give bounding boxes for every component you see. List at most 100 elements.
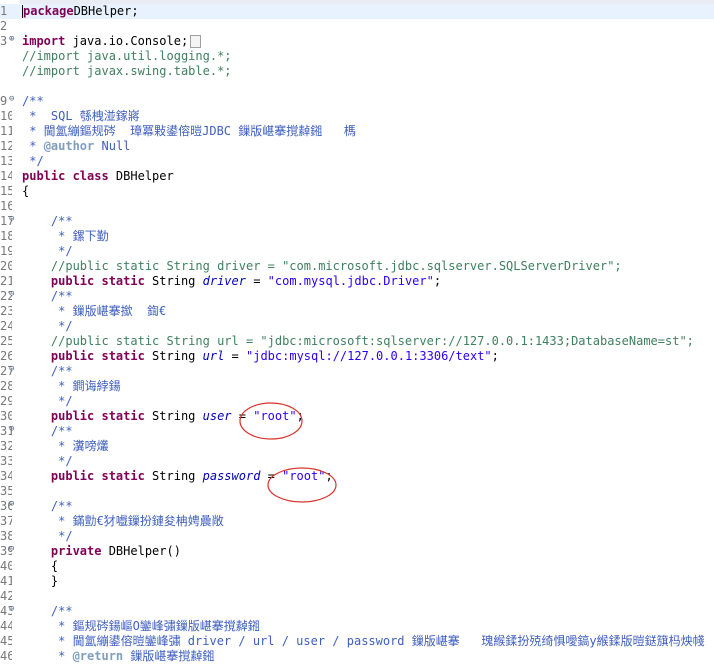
fold-collapse-icon[interactable]: ⊖ [9,425,18,434]
code-line[interactable]: 44 * 鏂规硶鍚嶇О鑾峰彇鏁版嵁搴撹繛鎺 [0,619,714,634]
code-line[interactable]: 26 public static String url = "jdbc:mysq… [0,349,714,364]
collapsed-imports-box[interactable] [190,35,202,48]
code-line[interactable]: 17 ⊖ /** [0,214,714,229]
code-line[interactable]: 40 { [0,559,714,574]
code-line[interactable]: 19 */ [0,244,714,259]
code-line[interactable]: 45 * 閫氳繃鍙傛暟鑾峰彇 driver / url / user / pas… [0,634,714,649]
code-line[interactable]: 22 ⊖ /** [0,289,714,304]
code-line[interactable]: 10 * SQL 綔栧湴鎵嶈 [0,109,714,124]
code-line[interactable]: 14 public class DBHelper [0,169,714,184]
code-line[interactable]: 33 */ [0,454,714,469]
line-number: 18 [0,229,12,243]
code-line[interactable]: 35 [0,484,714,499]
code-line[interactable]: //import java.util.logging.*; [0,49,714,64]
code-line[interactable]: 15 { [0,184,714,199]
code-token: public static [50,409,145,423]
fold-collapse-icon[interactable]: ⊖ [9,605,18,614]
code-token: //import java.util.logging.*; [22,49,232,63]
java-code-editor[interactable]: 1 packageDBHelper; 2 3 ⊕ import java.io.Conso… [0,0,714,664]
code-token: = [231,409,254,423]
code-line[interactable]: 42 [0,589,714,604]
code-line[interactable]: 9 ⊖/** [0,94,714,109]
code-token: */ [22,394,73,408]
fold-collapse-icon[interactable]: ⊖ [9,365,18,374]
code-line[interactable]: 18 * 鏍下勤 [0,229,714,244]
code-lines[interactable]: 1 packageDBHelper; 2 3 ⊕ import java.io.Conso… [0,4,714,664]
code-token: /** [50,424,73,438]
code-line[interactable]: //import javax.swing.table.*; [0,64,714,79]
code-line[interactable]: 1 packageDBHelper; [0,4,714,19]
code-line[interactable]: 38 */ [0,529,714,544]
code-text: /** [22,364,73,379]
code-token: import [22,34,66,48]
code-text: * 瀵嗙爜 [22,439,108,454]
code-token: */ [22,244,73,258]
code-line[interactable]: 27 ⊖ /** [0,364,714,379]
code-line[interactable]: 31 ⊖ /** [0,424,714,439]
line-number: 37 [0,514,12,528]
code-line[interactable]: 16 [0,199,714,214]
code-text: * 鐧诲綍鍚 [22,379,121,394]
code-line[interactable]: 3 ⊕ import java.io.Console; [0,34,714,49]
code-text: /** [22,214,73,229]
line-number: 28 [0,379,12,393]
code-text: //public static String url = "jdbc:micro… [22,334,694,349]
code-line[interactable]: 23 * 鏁版嵁搴撳 鍧€ [0,304,714,319]
fold-collapse-icon[interactable]: ⊖ [9,545,18,554]
line-number: 20 [0,259,12,273]
code-line[interactable]: 2 [0,19,714,34]
code-line[interactable]: 21 public static String driver = "com.my… [0,274,714,289]
code-token: private [50,544,102,558]
code-token: = [224,349,246,363]
fold-collapse-icon[interactable]: ⊖ [9,95,18,104]
code-line[interactable]: 24 */ [0,319,714,334]
code-token: ; [325,469,333,483]
code-line[interactable]: 11 * 閫氳繃鏂规硶 璋冪敤鍙傛暟JDBC 鏁版嵁搴撹繛鎺 榪 [0,124,714,139]
code-line[interactable]: 28 * 鐧诲綍鍚 [0,379,714,394]
code-line[interactable]: 37 * 鏋勯€犲嚱鏁扮鏈夋柟娉曟敞 [0,514,714,529]
code-text: public static String url = "jdbc:mysql:/… [22,349,499,364]
code-text: */ [22,154,43,169]
fold-expand-icon[interactable]: ⊕ [9,35,18,44]
code-text: import java.io.Console; [22,34,202,49]
code-token: "root" [253,409,297,423]
code-line[interactable]: 30 public static String user = "root"; [0,409,714,424]
code-token: { [22,184,30,198]
code-token: "root" [282,469,326,483]
code-line[interactable]: 25 //public static String url = "jdbc:mi… [0,334,714,349]
code-token: String [144,469,203,483]
fold-collapse-icon[interactable]: ⊖ [9,500,18,509]
fold-collapse-icon[interactable]: ⊖ [9,290,18,299]
code-line[interactable]: 43 ⊖ /** [0,604,714,619]
code-line[interactable]: 20 //public static String driver = "com.… [0,259,714,274]
fold-collapse-icon[interactable]: ⊖ [9,215,18,224]
code-line[interactable]: 34 public static String password = "root… [0,469,714,484]
code-token: driver [202,274,246,288]
code-token: public static [50,469,145,483]
line-number: 32 [0,439,12,453]
code-line[interactable]: 39 ⊖ private DBHelper() [0,544,714,559]
code-token: * 鐧诲綍鍚 [22,379,121,393]
code-text: * @author Null [22,139,130,154]
code-token: * 鏍下勤 [22,229,109,243]
code-line[interactable]: 41 } [0,574,714,589]
code-line[interactable]: 32 * 瀵嗙爜 [0,439,714,454]
code-token: public class [22,169,109,183]
code-token: java.io.Console; [65,34,189,48]
line-number: 44 [0,619,12,633]
code-token: @author [43,139,95,153]
code-text: /** [22,94,44,109]
code-token: /** [22,94,44,108]
code-line[interactable]: 13 */ [0,154,714,169]
code-text: public static String user = "root"; [22,409,304,424]
code-token: String [144,409,203,423]
code-token: /** [50,214,73,228]
code-line[interactable]: 36 ⊖ /** [0,499,714,514]
code-line[interactable]: 29 */ [0,394,714,409]
code-token: * [22,139,44,153]
code-line[interactable]: 12 * @author Null [0,139,714,154]
code-line[interactable] [0,79,714,94]
line-number: 12 [0,139,12,153]
code-token: */ [22,529,73,543]
